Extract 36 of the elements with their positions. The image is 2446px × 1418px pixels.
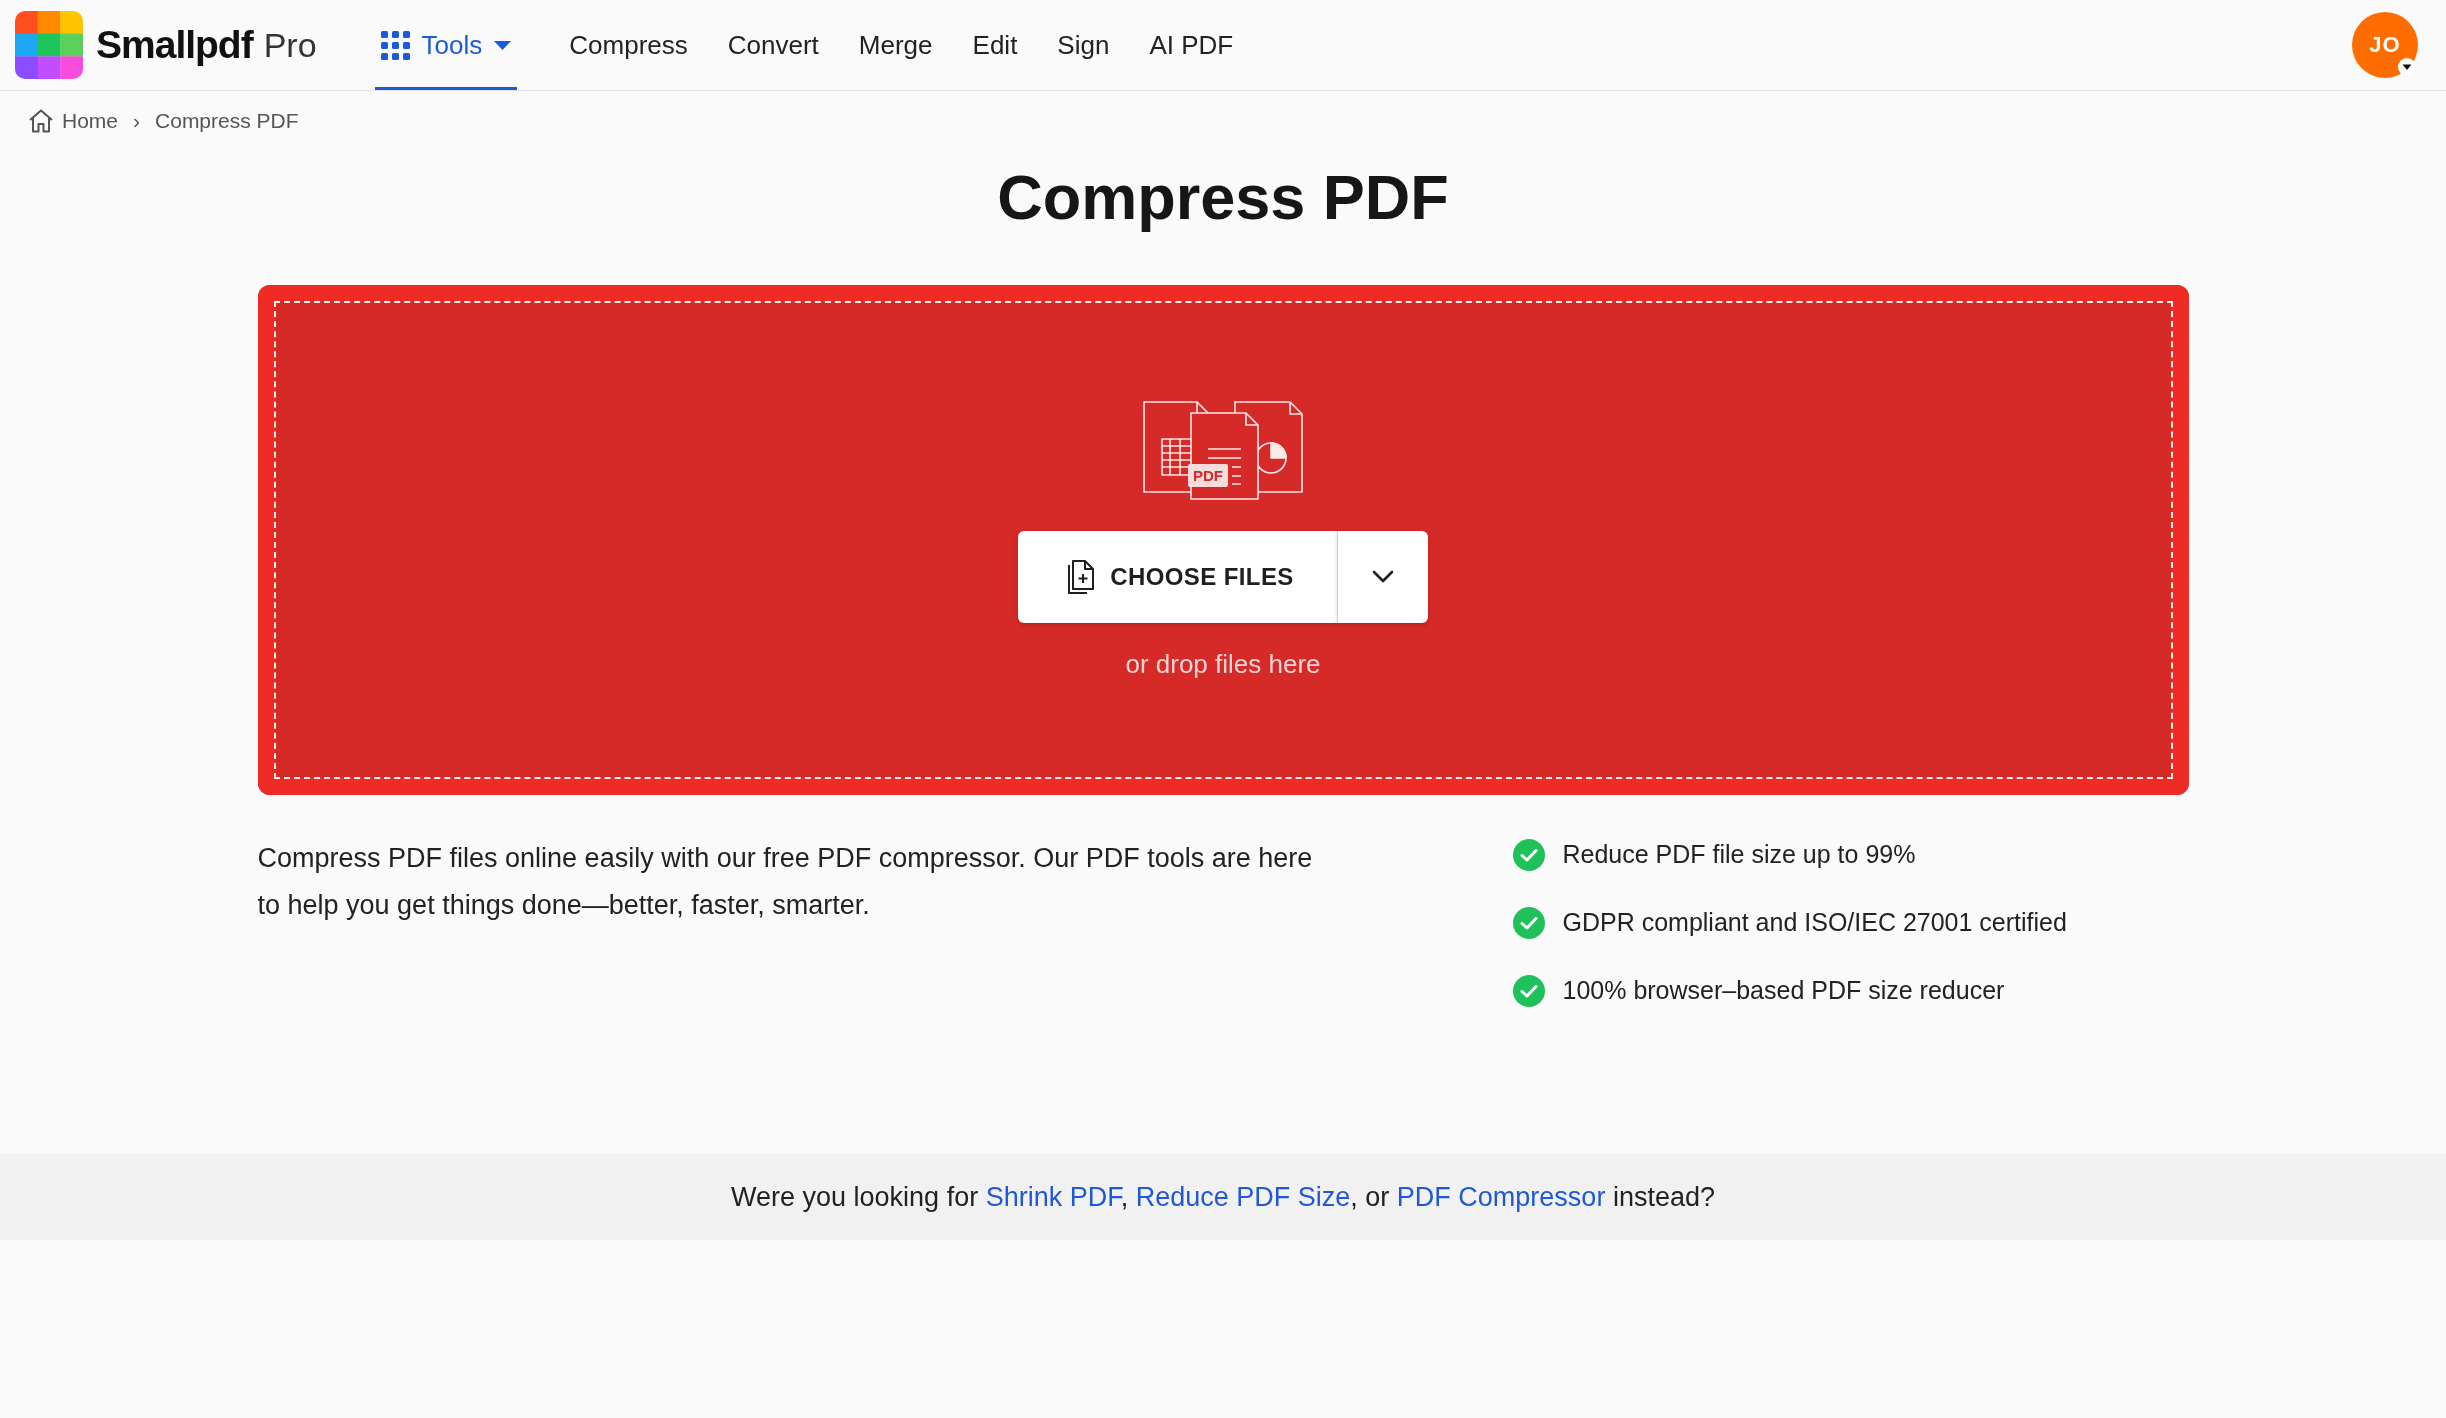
feature-text: Reduce PDF file size up to 99% xyxy=(1562,839,1916,870)
home-icon xyxy=(28,109,54,133)
feature-text: GDPR compliant and ISO/IEC 27001 certified xyxy=(1562,907,2067,938)
breadcrumb-separator: › xyxy=(133,109,141,133)
suggestion-link[interactable]: Reduce PDF Size xyxy=(1135,1181,1351,1212)
nav-link[interactable]: Edit xyxy=(952,0,1038,90)
pdf-badge: PDF xyxy=(1188,463,1228,487)
file-plus-icon xyxy=(1065,558,1096,595)
page-title: Compress PDF xyxy=(996,161,1450,234)
nav-link[interactable]: Sign xyxy=(1037,0,1130,90)
feature-text: 100% browser–based PDF size reducer xyxy=(1562,975,2005,1006)
check-icon xyxy=(1512,974,1545,1007)
breadcrumb-home-link[interactable]: Home xyxy=(28,109,119,133)
breadcrumb-current: Compress PDF xyxy=(155,109,299,133)
suggestion-link[interactable]: PDF Compressor xyxy=(1396,1181,1606,1212)
drop-hint: or drop files here xyxy=(1125,648,1321,680)
caret-down-icon xyxy=(494,40,512,50)
upload-options-button[interactable] xyxy=(1336,530,1428,623)
file-drop-zone[interactable]: PDF CHOOSE FILES or drop files here xyxy=(257,285,2189,795)
description-text: Compress PDF files online easily with our free PDF compressor. Our PDF tools are here to help you get things done—better, faster, smarter. xyxy=(257,842,1314,922)
check-icon xyxy=(1512,838,1545,871)
nav-link[interactable]: AI PDF xyxy=(1129,0,1254,90)
caret-down-icon xyxy=(2398,58,2416,76)
plan-label: Pro xyxy=(263,25,317,65)
nav-link[interactable]: Convert xyxy=(707,0,839,90)
suggestion-link[interactable]: Shrink PDF xyxy=(985,1181,1121,1212)
check-icon xyxy=(1512,906,1545,939)
brand-name: Smallpdf xyxy=(96,23,253,67)
logo-icon xyxy=(15,11,83,79)
choose-files-button[interactable]: CHOOSE FILES xyxy=(1018,530,1337,623)
tools-menu-tab[interactable]: Tools xyxy=(374,0,518,90)
nav-link[interactable]: Merge xyxy=(838,0,953,90)
grid-icon xyxy=(380,30,410,60)
suggestion-text: Were you looking for Shrink PDF, Reduce PDF Size, or PDF Compressor instead? xyxy=(731,1181,1715,1213)
nav-link[interactable]: Compress xyxy=(549,0,708,90)
chevron-down-icon xyxy=(1371,570,1394,583)
